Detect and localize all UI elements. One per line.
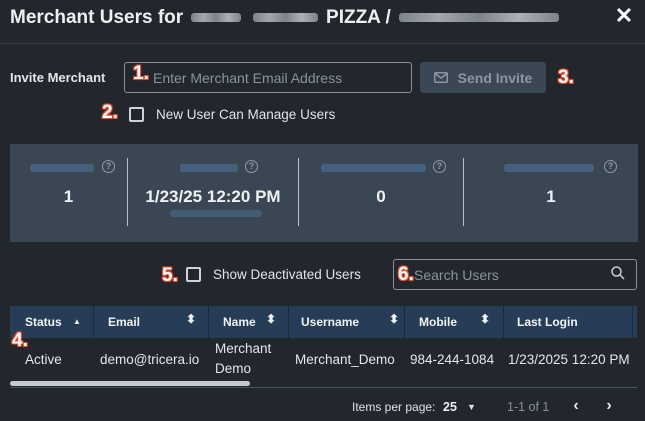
stat-card: ? 0 bbox=[299, 144, 463, 242]
table-row[interactable]: Active demo@tricera.io Merchant Demo Mer… bbox=[10, 338, 637, 384]
cell-mobile: 984-244-1084 bbox=[410, 352, 495, 367]
search-users-input[interactable] bbox=[393, 259, 637, 290]
can-manage-users-label: New User Can Manage Users bbox=[156, 107, 336, 122]
send-invite-button[interactable]: Send Invite bbox=[420, 62, 546, 93]
divider bbox=[10, 387, 637, 388]
stats-panel: ? 1 ? 1/23/25 12:20 PM ? 0 ? 1 bbox=[10, 144, 638, 242]
annotation-marker: 5. bbox=[162, 265, 178, 286]
help-icon[interactable]: ? bbox=[102, 160, 115, 173]
cell-name-line2: Demo bbox=[215, 361, 252, 376]
horizontal-scrollbar[interactable] bbox=[10, 381, 250, 386]
column-header-last-login[interactable]: Last Login bbox=[517, 306, 632, 338]
column-header-mobile[interactable]: Mobile ⬍ bbox=[419, 306, 503, 338]
cell-status: Active bbox=[25, 352, 62, 367]
next-page-icon[interactable]: › bbox=[599, 396, 619, 416]
sort-both-icon: ⬍ bbox=[186, 312, 197, 326]
stat-card: ? 1 bbox=[464, 144, 638, 242]
redacted-text bbox=[252, 13, 318, 23]
annotation-marker: 3. bbox=[558, 67, 574, 88]
send-invite-label: Send Invite bbox=[457, 69, 533, 86]
stat-label-blurred bbox=[321, 164, 426, 172]
annotation-marker: 1. bbox=[133, 63, 149, 84]
column-divider bbox=[503, 306, 504, 338]
stat-value: 1 bbox=[63, 187, 74, 206]
cell-username: Merchant_Demo bbox=[295, 352, 395, 367]
dialog-header: Merchant Users for PIZZA / ✕ bbox=[0, 0, 645, 44]
column-header-status[interactable]: Status ▲ bbox=[25, 306, 93, 338]
annotation-marker: 2. bbox=[102, 102, 118, 123]
sort-both-icon: ⬍ bbox=[266, 312, 277, 326]
caret-down-icon[interactable]: ▼ bbox=[467, 402, 476, 412]
stat-label-blurred bbox=[30, 164, 94, 172]
sort-both-icon: ⬍ bbox=[389, 312, 400, 326]
help-icon[interactable]: ? bbox=[433, 160, 446, 173]
search-icon[interactable] bbox=[610, 265, 626, 281]
stat-value: 1/23/25 12:20 PM bbox=[145, 187, 281, 206]
stat-sub-blurred bbox=[170, 210, 262, 217]
annotation-marker: 6. bbox=[398, 264, 414, 285]
column-header-username[interactable]: Username ⬍ bbox=[301, 306, 404, 338]
cell-last-login: 1/23/2025 12:20 PM bbox=[508, 352, 630, 367]
help-icon[interactable]: ? bbox=[245, 160, 258, 173]
sort-asc-icon: ▲ bbox=[73, 317, 81, 326]
stat-label-blurred bbox=[504, 164, 594, 172]
column-divider bbox=[93, 306, 94, 338]
items-per-page-label: Items per page: bbox=[352, 400, 436, 414]
envelope-icon bbox=[433, 72, 448, 83]
redacted-text bbox=[191, 13, 242, 23]
merchant-email-input[interactable] bbox=[124, 62, 412, 93]
stat-card: ? 1/23/25 12:20 PM bbox=[128, 144, 298, 242]
close-icon[interactable]: ✕ bbox=[612, 4, 636, 28]
column-divider bbox=[288, 306, 289, 338]
invite-merchant-label: Invite Merchant bbox=[10, 70, 106, 85]
dialog-title-merchant: PIZZA / bbox=[326, 7, 391, 28]
column-divider bbox=[208, 306, 209, 338]
stat-card: ? 1 bbox=[10, 144, 127, 242]
table-header: Status ▲ Email ⬍ Name ⬍ Username ⬍ Mobil… bbox=[10, 306, 637, 338]
previous-page-icon[interactable]: ‹ bbox=[566, 396, 586, 416]
show-deactivated-checkbox[interactable] bbox=[186, 267, 201, 282]
redacted-text bbox=[399, 13, 560, 23]
help-icon[interactable]: ? bbox=[604, 160, 617, 173]
cell-name-line1: Merchant bbox=[215, 341, 272, 356]
column-divider bbox=[632, 306, 633, 338]
show-deactivated-label: Show Deactivated Users bbox=[213, 267, 361, 282]
stat-value: 1 bbox=[546, 187, 556, 206]
column-header-email[interactable]: Email ⬍ bbox=[108, 306, 208, 338]
page-range-label: 1-1 of 1 bbox=[507, 400, 550, 414]
column-divider bbox=[404, 306, 405, 338]
sort-both-icon: ⬍ bbox=[480, 312, 491, 326]
stat-value: 0 bbox=[376, 187, 386, 206]
page-size-select[interactable]: 25 bbox=[443, 400, 457, 414]
stat-label-blurred bbox=[180, 164, 238, 172]
dialog-title-prefix: Merchant Users for bbox=[10, 7, 184, 28]
can-manage-users-checkbox[interactable] bbox=[129, 107, 144, 122]
dialog-title: Merchant Users for PIZZA / bbox=[10, 7, 562, 29]
cell-email: demo@tricera.io bbox=[100, 352, 200, 367]
column-header-name[interactable]: Name ⬍ bbox=[223, 306, 288, 338]
